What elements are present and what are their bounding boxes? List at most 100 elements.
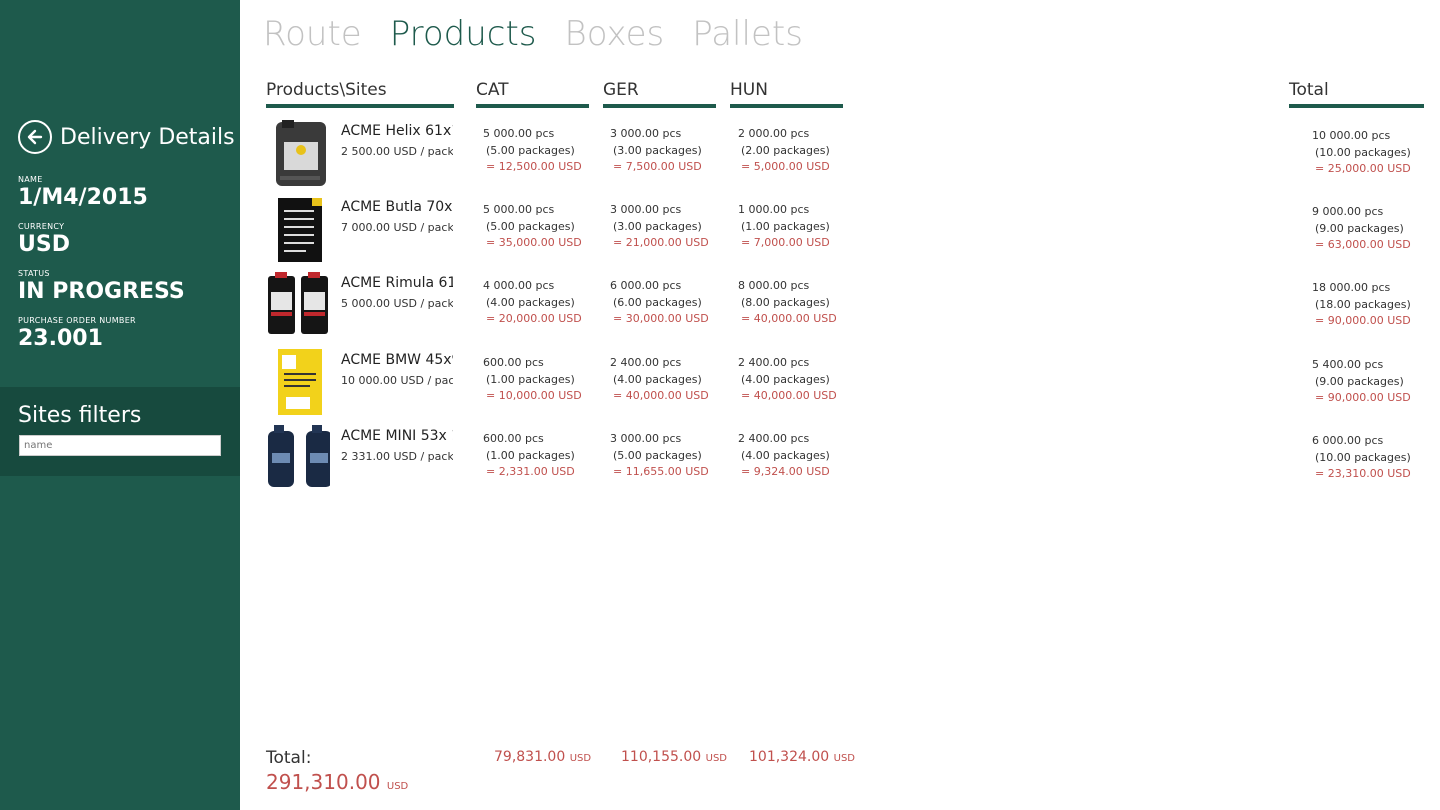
site-cell-ger: 6 000.00 pcs (6.00 packages) = 30,000.00… [610,278,709,328]
line-cost: = 5,000.00 USD [741,160,830,173]
qty-pcs: 3 000.00 pcs [610,127,682,140]
qty-pcs: 4 000.00 pcs [483,279,555,292]
qty-pcs: 2 400.00 pcs [738,356,810,369]
line-cost: = 20,000.00 USD [486,312,582,325]
grand-total: 291,310.00 USD [266,770,408,794]
site-cell-cat: 600.00 pcs (1.00 packages) = 2,331.00 US… [483,431,575,481]
total-cell: 18 000.00 pcs (18.00 packages) = 90,000.… [1312,280,1411,330]
product-name: ACME BMW 45x9 [341,352,453,368]
site-total-currency: USD [569,753,592,764]
field-label: CURRENCY [18,222,65,231]
grand-total-currency: USD [386,781,409,792]
line-cost: = 11,655.00 USD [613,465,709,478]
line-cost: = 90,000.00 USD [1315,314,1411,327]
qty-pcs: 10 000.00 pcs [1312,129,1391,142]
site-filter-input[interactable] [19,435,221,456]
product-name: ACME MINI 53x 1 [341,428,453,444]
site-cell-hun: 2 000.00 pcs (2.00 packages) = 5,000.00 … [738,126,830,176]
tab-route[interactable]: Route [263,14,362,54]
arrow-left-icon [27,129,43,145]
site-cell-ger: 2 400.00 pcs (4.00 packages) = 40,000.00… [610,355,709,405]
page-title: Delivery Details [60,124,235,150]
site-cell-hun: 2 400.00 pcs (4.00 packages) = 40,000.00… [738,355,837,405]
table-row[interactable]: ACME BMW 45x9 10 000.00 USD / pack 600.0… [266,349,1426,425]
site-total-ger: 110,155.00 USD [621,749,727,765]
column-header-total: Total [1289,80,1424,108]
qty-packages: (5.00 packages) [486,219,575,233]
qty-packages: (5.00 packages) [486,143,575,157]
site-cell-ger: 3 000.00 pcs (3.00 packages) = 21,000.00… [610,202,709,252]
qty-packages: (1.00 packages) [741,219,830,233]
line-cost: = 12,500.00 USD [486,160,582,173]
line-cost: = 7,500.00 USD [613,160,702,173]
qty-pcs: 3 000.00 pcs [610,432,682,445]
site-total-currency: USD [833,753,855,764]
qty-pcs: 3 000.00 pcs [610,203,682,216]
table-row[interactable]: ACME MINI 53x 1 2 331.00 USD / packa 600… [266,425,1426,501]
qty-pcs: 2 400.00 pcs [610,356,682,369]
product-price: 5 000.00 USD / packa [341,297,453,310]
qty-packages: (3.00 packages) [613,143,702,157]
product-name: ACME Helix 61x1 [341,123,453,139]
qty-packages: (10.00 packages) [1315,450,1411,464]
field-value: 23.001 [18,326,103,351]
qty-packages: (8.00 packages) [741,295,830,309]
field-label: PURCHASE ORDER NUMBER [18,316,136,325]
qty-packages: (9.00 packages) [1315,221,1404,235]
product-price: 10 000.00 USD / pack [341,374,453,387]
blue-bottle-icon [268,425,330,487]
line-cost: = 90,000.00 USD [1315,391,1411,404]
table-row[interactable]: ACME Butla 70x9 7 000.00 USD / packa 5 0… [266,196,1426,272]
site-cell-cat: 600.00 pcs (1.00 packages) = 10,000.00 U… [483,355,582,405]
product-price: 2 500.00 USD / packa [341,145,453,158]
table-row[interactable]: ACME Helix 61x1 2 500.00 USD / packa 5 0… [266,120,1426,196]
field-value: 1/M4/2015 [18,185,148,210]
qty-packages: (4.00 packages) [741,448,830,462]
line-cost: = 10,000.00 USD [486,389,582,402]
line-cost: = 35,000.00 USD [486,236,582,249]
site-total-value: 101,324.00 [749,749,830,765]
qty-pcs: 600.00 pcs [483,432,544,445]
table-row[interactable]: ACME Rimula 61x 5 000.00 USD / packa 4 0… [266,272,1426,348]
tab-boxes[interactable]: Boxes [565,14,665,54]
line-cost: = 30,000.00 USD [613,312,709,325]
qty-packages: (4.00 packages) [486,295,575,309]
total-cell: 6 000.00 pcs (10.00 packages) = 23,310.0… [1312,433,1411,483]
qty-pcs: 6 000.00 pcs [1312,434,1384,447]
site-cell-hun: 8 000.00 pcs (8.00 packages) = 40,000.00… [738,278,837,328]
field-value: USD [18,232,70,257]
tab-pallets[interactable]: Pallets [692,14,803,54]
field-po-number: PURCHASE ORDER NUMBER 23.001 [18,316,136,351]
label-box-icon [278,198,322,262]
site-cell-cat: 4 000.00 pcs (4.00 packages) = 20,000.00… [483,278,582,328]
site-total-value: 110,155.00 [621,749,702,765]
site-cell-cat: 5 000.00 pcs (5.00 packages) = 35,000.00… [483,202,582,252]
tab-bar: Route Products Boxes Pallets [263,14,831,54]
field-value: IN PROGRESS [18,279,185,304]
line-cost: = 2,331.00 USD [486,465,575,478]
qty-packages: (6.00 packages) [613,295,702,309]
product-price: 7 000.00 USD / packa [341,221,453,234]
qty-pcs: 6 000.00 pcs [610,279,682,292]
tab-products[interactable]: Products [390,14,537,54]
qty-pcs: 5 000.00 pcs [483,127,555,140]
qty-pcs: 5 400.00 pcs [1312,358,1384,371]
column-header-hun: HUN [730,80,843,108]
field-currency: CURRENCY USD [18,222,70,257]
total-cell: 9 000.00 pcs (9.00 packages) = 63,000.00… [1312,204,1411,254]
qty-pcs: 8 000.00 pcs [738,279,810,292]
back-button[interactable] [18,120,52,154]
line-cost: = 40,000.00 USD [741,389,837,402]
header-back-row: Delivery Details [18,120,235,154]
line-cost: = 40,000.00 USD [613,389,709,402]
line-cost: = 25,000.00 USD [1315,162,1411,175]
field-label: STATUS [18,269,50,278]
qty-pcs: 2 400.00 pcs [738,432,810,445]
qty-packages: (1.00 packages) [486,372,575,386]
field-status: STATUS IN PROGRESS [18,269,185,304]
sidebar: Delivery Details NAME 1/M4/2015 CURRENCY… [0,0,240,810]
yellow-label-icon [278,349,322,415]
line-cost: = 7,000.00 USD [741,236,830,249]
qty-packages: (9.00 packages) [1315,374,1404,388]
oil-can-icon [276,120,326,186]
